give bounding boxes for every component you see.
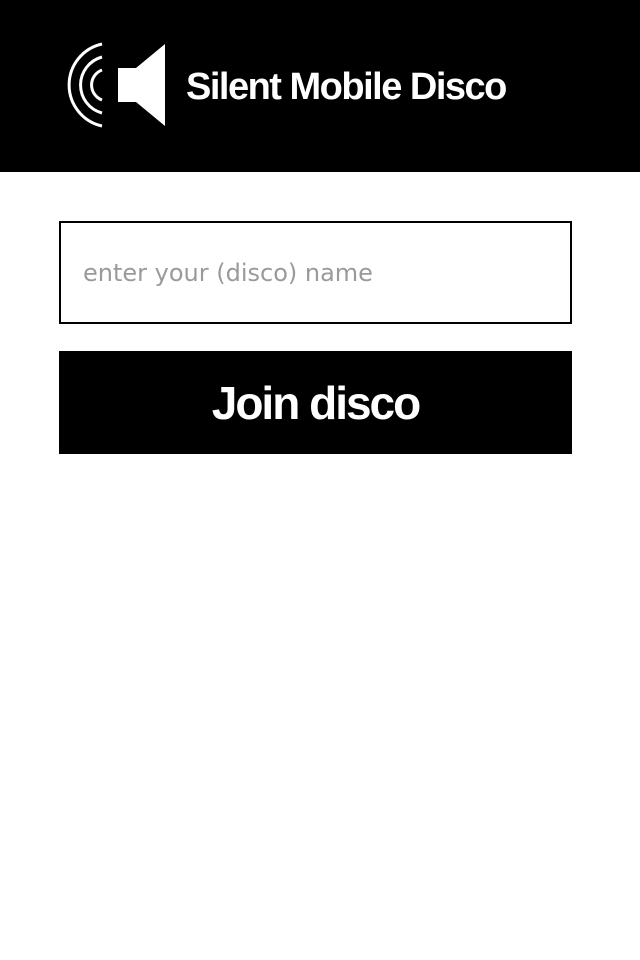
disco-name-input[interactable] (59, 221, 572, 324)
app-title: Silent Mobile Disco (186, 66, 507, 108)
app-header: Silent Mobile Disco (0, 0, 640, 172)
join-disco-button[interactable]: Join disco (59, 351, 572, 454)
speaker-sound-waves-icon (67, 42, 165, 128)
